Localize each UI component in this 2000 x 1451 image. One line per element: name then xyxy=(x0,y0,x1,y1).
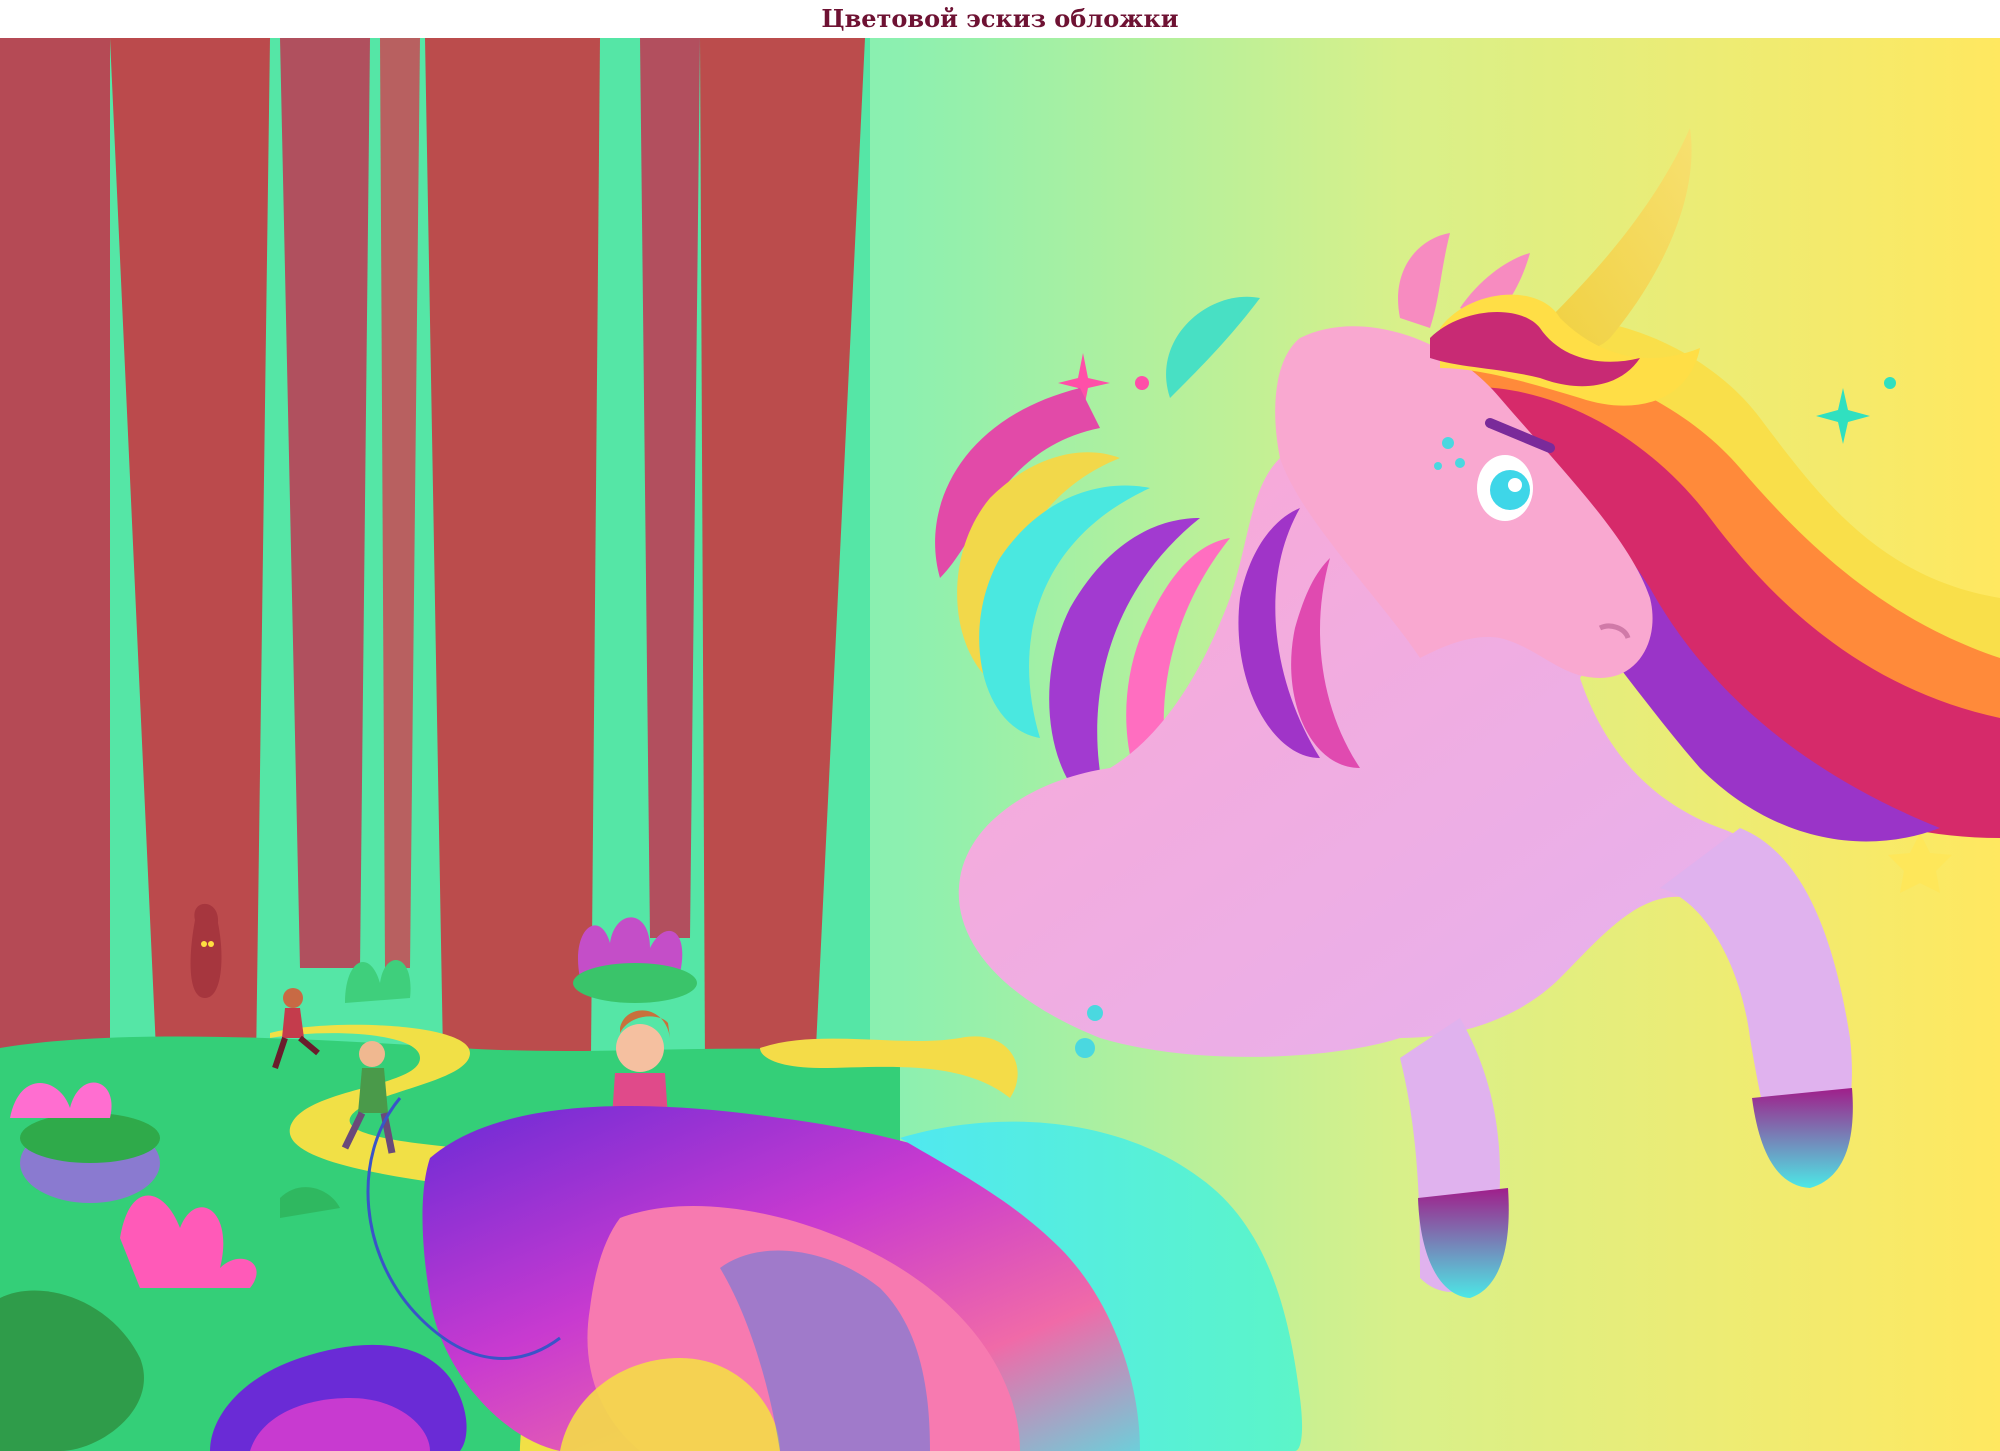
page-title: Цветовой эскиз обложки xyxy=(821,4,1179,33)
forest-creature xyxy=(190,903,222,998)
cover-illustration xyxy=(0,38,2000,1451)
